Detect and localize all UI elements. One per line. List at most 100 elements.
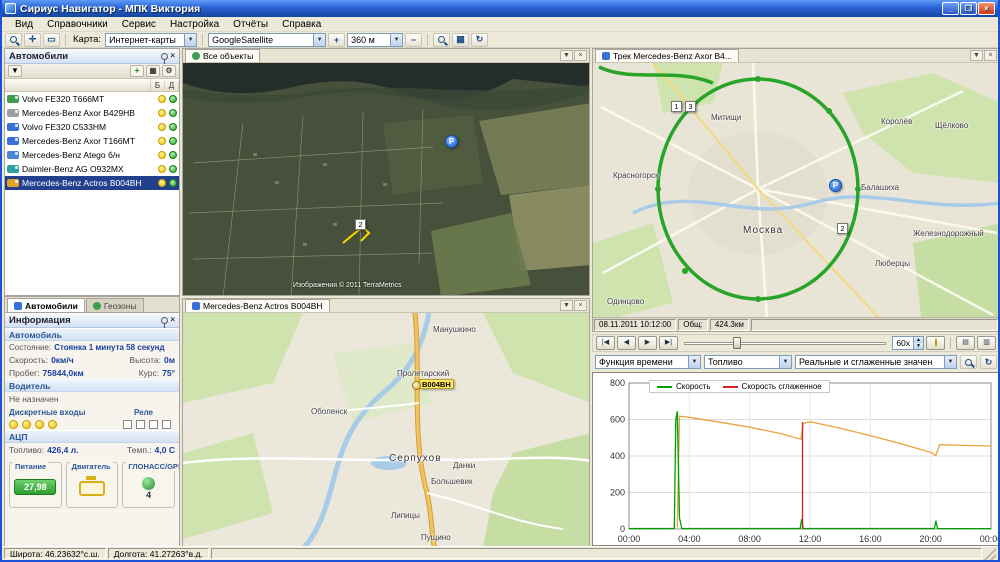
waypoint-marker-2[interactable]: 2 [355, 219, 366, 230]
road-map[interactable]: Манушкино Пролетарский Оболенск Серпухов… [183, 313, 589, 547]
menu-item-nastroyka[interactable]: Настройка [163, 19, 226, 30]
vehicle-filter-icon[interactable]: ▼ [8, 65, 22, 77]
maximize-button[interactable]: ❐ [960, 2, 977, 15]
menu-item-spravka[interactable]: Справка [275, 19, 328, 30]
chart-zoom-in-icon[interactable] [960, 355, 977, 369]
vehicle-row[interactable]: Mercedes-Benz Atego б/н [5, 148, 179, 162]
vehicle-row[interactable]: Daimler-Benz AG О932МХ [5, 162, 179, 176]
discrete-input-led [9, 420, 18, 429]
toolbar-separator [950, 337, 951, 349]
playback-speed-spinner[interactable]: 60х ▲▼ [892, 336, 924, 350]
vehicle-row[interactable]: Mercedes-Benz Axor В429НВ [5, 106, 179, 120]
pan-tool-icon[interactable]: ✛ [24, 33, 41, 47]
relay-checkbox[interactable] [123, 420, 132, 429]
zoom-in-icon[interactable]: + [328, 33, 345, 47]
close-icon[interactable]: × [574, 300, 587, 311]
truck-icon [7, 179, 19, 187]
map-provider-combo[interactable]: GoogleSatellite▼ [208, 33, 326, 47]
chevron-down-icon: ▼ [944, 356, 956, 368]
settings-icon[interactable]: ⚙ [162, 65, 176, 77]
map-type-combo[interactable]: Интернет-карты▼ [105, 33, 197, 47]
step-back-icon[interactable]: ◀ [617, 336, 636, 350]
menu-item-otchety[interactable]: Отчёты [226, 19, 275, 30]
vehicle-position-marker[interactable]: P [445, 135, 458, 148]
svg-text:800: 800 [610, 378, 625, 388]
spin-down-icon[interactable]: ▼ [913, 343, 923, 349]
tab-all-objects[interactable]: Все объекты [185, 49, 260, 62]
menu-item-vid[interactable]: Вид [8, 19, 40, 30]
chart-panel[interactable]: Скорость Скорость сглаженное 02004006008… [592, 372, 1000, 546]
tab-vehicles[interactable]: Автомобили [7, 298, 85, 312]
vehicle-row[interactable]: Volvo FE320 С533НМ [5, 120, 179, 134]
chevron-down-icon[interactable]: ▼ [560, 50, 573, 61]
toolbar-separator [65, 34, 66, 46]
refresh-icon[interactable]: ↻ [471, 33, 488, 47]
svg-text:00:00: 00:00 [980, 534, 999, 544]
pin-icon[interactable] [161, 53, 168, 60]
window-title: Сириус Навигатор - МПК Виктория [20, 3, 200, 15]
globe-icon [93, 302, 101, 310]
relay-checkbox[interactable] [162, 420, 171, 429]
waypoint-marker-3[interactable]: 3 [685, 101, 696, 112]
chevron-down-icon[interactable]: ▼ [970, 50, 983, 61]
menu-item-servis[interactable]: Сервис [115, 19, 163, 30]
truck-icon [7, 123, 19, 131]
tab-track[interactable]: Трек Mercedes-Benz Axor В4... [595, 49, 739, 62]
driver-row: Не назначен [5, 392, 179, 405]
chart-icon[interactable]: ▥ [977, 336, 996, 350]
magnifier-icon [965, 359, 972, 366]
section-vehicle: Автомобиль [5, 328, 179, 341]
select-tool-icon[interactable] [5, 33, 22, 47]
tab-geozones[interactable]: Геозоны [86, 298, 144, 312]
close-icon[interactable]: × [574, 50, 587, 61]
track-position-slider[interactable] [684, 336, 886, 350]
svg-text:08:00: 08:00 [738, 534, 761, 544]
waypoint-marker-1[interactable]: 1 [671, 101, 682, 112]
menu-item-spravochniki[interactable]: Справочники [40, 19, 115, 30]
slider-groove [684, 342, 886, 345]
chart-mode-combo[interactable]: Реальные и сглаженные значен▼ [795, 355, 957, 369]
truck-icon [7, 151, 19, 159]
close-button[interactable]: × [978, 2, 995, 15]
minimize-button[interactable]: _ [942, 2, 959, 15]
map-label: Балашиха [861, 183, 899, 192]
highlight-track-button[interactable] [926, 336, 945, 350]
relay-checkbox[interactable] [136, 420, 145, 429]
relay-checkbox[interactable] [149, 420, 158, 429]
chevron-down-icon: ▼ [313, 34, 325, 46]
engine-groupbox: Двигатель [66, 462, 119, 508]
track-map-panel: Трек Mercedes-Benz Axor В4... ▼ × [592, 48, 1000, 332]
zoom-out-icon[interactable]: − [405, 33, 422, 47]
ruler-tool-icon[interactable]: ▭ [43, 33, 60, 47]
vehicle-row-selected[interactable]: Mercedes-Benz Actros В004ВН [5, 176, 179, 190]
pin-icon[interactable] [161, 317, 168, 324]
layers-icon[interactable]: ▦ [452, 33, 469, 47]
resize-grip[interactable] [984, 548, 996, 560]
track-map[interactable]: Митищи Королёв Щёлково Красногорск Москв… [593, 63, 999, 331]
waypoint-marker-2[interactable]: 2 [837, 223, 848, 234]
vehicle-plate-marker[interactable]: В004ВН [419, 379, 454, 389]
group-icon[interactable]: ▦ [146, 65, 160, 77]
skip-end-icon[interactable]: ▶| [659, 336, 678, 350]
close-icon[interactable]: × [170, 316, 175, 324]
skip-start-icon[interactable]: |◀ [596, 336, 615, 350]
vehicle-row[interactable]: Volvo FE320 Т666МТ [5, 92, 179, 106]
slider-thumb[interactable] [733, 337, 741, 349]
map-label: Митищи [711, 113, 741, 122]
play-icon[interactable]: ▶ [638, 336, 657, 350]
satellite-map[interactable]: P 2 Изображения © 2011 TerraMetrics [183, 63, 589, 295]
search-icon[interactable] [433, 33, 450, 47]
status-dot-fuel [158, 123, 166, 131]
map-scale-combo[interactable]: 360 м▼ [347, 33, 403, 47]
close-icon[interactable]: × [170, 52, 175, 60]
close-icon[interactable]: × [984, 50, 997, 61]
chart-function-combo[interactable]: Функция времени▼ [595, 355, 701, 369]
chart-parameter-combo[interactable]: Топливо▼ [704, 355, 792, 369]
vehicle-row[interactable]: Mercedes-Benz Axor Т166МТ [5, 134, 179, 148]
report-icon[interactable]: ▤ [956, 336, 975, 350]
chevron-down-icon[interactable]: ▼ [560, 300, 573, 311]
add-vehicle-icon[interactable]: + [130, 65, 144, 77]
vehicle-position-marker[interactable]: P [829, 179, 842, 192]
tab-actros[interactable]: Mercedes-Benz Actros В004ВН [185, 299, 330, 312]
chart-zoom-out-icon[interactable]: ↻ [980, 355, 997, 369]
